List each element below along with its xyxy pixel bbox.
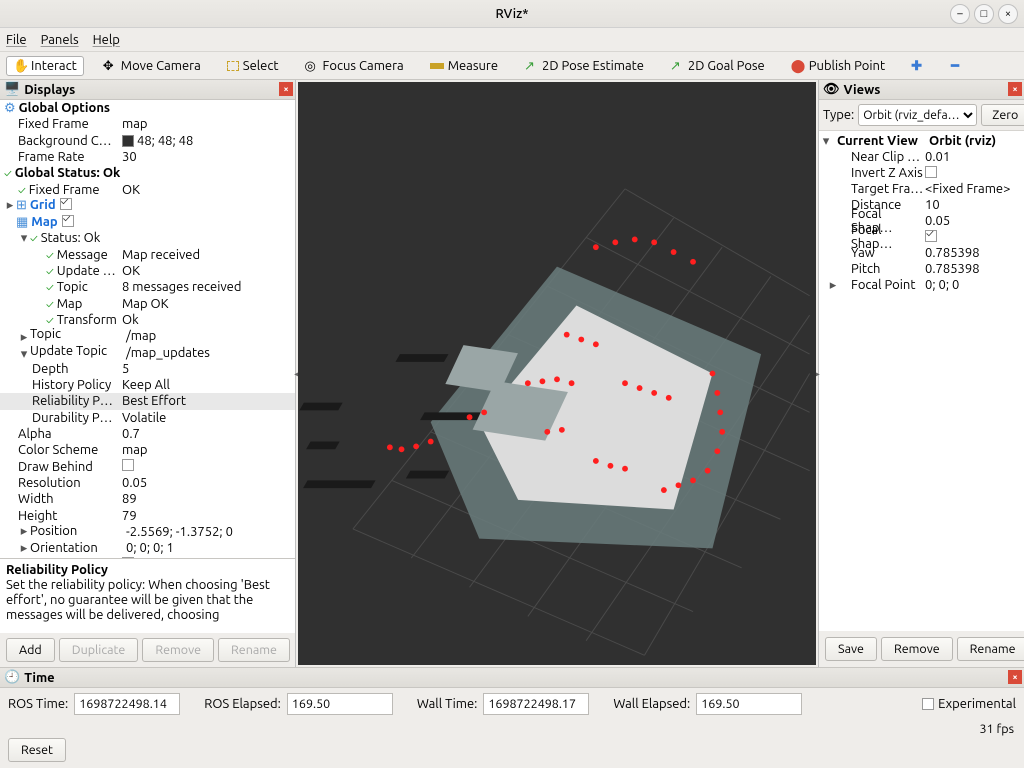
tool-2d-pose-estimate[interactable]: ↗2D Pose Estimate	[517, 56, 651, 76]
view-type-label: Type:	[823, 108, 854, 122]
views-title: Views	[844, 83, 881, 97]
time-panel: 🕘 Time × ROS Time: ROS Elapsed: Wall Tim…	[0, 667, 1024, 768]
displays-title: Displays	[24, 83, 75, 97]
measure-icon	[430, 63, 444, 69]
views-icon: 👁	[823, 82, 840, 97]
views-save-button[interactable]: Save	[825, 637, 877, 661]
window-title: RViz*	[495, 7, 528, 21]
ros-elapsed-input[interactable]	[287, 693, 393, 715]
time-title: Time	[24, 671, 54, 685]
time-icon: 🕘	[4, 670, 20, 685]
help-body: Set the reliability policy: When choosin…	[6, 578, 289, 623]
tool-measure[interactable]: Measure	[423, 56, 505, 76]
experimental-checkbox[interactable]: Experimental	[922, 697, 1016, 711]
topic-label[interactable]: Topic	[30, 327, 122, 341]
grid-checkbox[interactable]	[60, 198, 72, 210]
reset-button[interactable]: Reset	[8, 738, 66, 762]
scene-render	[298, 82, 816, 665]
ros-time-label: ROS Time:	[8, 697, 68, 711]
tool-2d-goal-pose[interactable]: ↗2D Goal Pose	[663, 56, 772, 76]
tool-interact[interactable]: ✋Interact	[6, 56, 84, 76]
help-panel: Reliability Policy Set the reliability p…	[0, 559, 295, 633]
collapse-icon[interactable]: ▾	[18, 231, 30, 246]
viewport-panel: ◀ ▶	[296, 80, 818, 667]
wall-elapsed-label: Wall Elapsed:	[613, 697, 690, 711]
add-button[interactable]: Add	[6, 638, 55, 662]
tool-add[interactable]: ✚	[904, 56, 932, 76]
wall-elapsed-input[interactable]	[696, 693, 802, 715]
views-rename-button[interactable]: Rename	[957, 637, 1024, 661]
expand-icon[interactable]: ▸	[4, 198, 16, 213]
fixed-frame-label[interactable]: Fixed Frame	[0, 117, 118, 131]
interact-icon: ✋	[13, 59, 27, 73]
time-close-icon[interactable]: ×	[1008, 670, 1022, 684]
3d-viewport[interactable]	[298, 82, 816, 665]
map-status[interactable]: Status: Ok	[41, 231, 101, 245]
publish-point-icon: ⬤	[791, 59, 805, 73]
fps-label: 31 fps	[0, 720, 1024, 738]
remove-button[interactable]: Remove	[142, 638, 214, 662]
global-options[interactable]: Global Options	[19, 101, 110, 115]
close-button[interactable]: ×	[998, 4, 1018, 24]
wall-time-label: Wall Time:	[417, 697, 478, 711]
maximize-button[interactable]: □	[974, 4, 994, 24]
update-topic-label[interactable]: Update Topic	[30, 344, 122, 358]
views-remove-button[interactable]: Remove	[881, 637, 953, 661]
displays-icon: 🖥️	[4, 82, 20, 97]
displays-tree[interactable]: ⚙ Global Options Fixed Framemap Backgrou…	[0, 100, 295, 559]
grid-display[interactable]: Grid	[30, 198, 56, 212]
map-display[interactable]: Map	[31, 215, 57, 229]
color-swatch[interactable]	[122, 135, 134, 147]
goal-pose-icon: ↗	[670, 59, 684, 73]
help-title: Reliability Policy	[6, 563, 289, 578]
frame-rate-label[interactable]: Frame Rate	[0, 150, 118, 164]
draw-behind-checkbox[interactable]	[122, 459, 134, 471]
time-header[interactable]: 🕘 Time ×	[0, 668, 1024, 688]
map-checkbox[interactable]	[62, 215, 74, 227]
tool-focus-camera[interactable]: ◎Focus Camera	[298, 56, 411, 76]
tool-remove[interactable]: ━	[944, 56, 972, 76]
wall-time-input[interactable]	[483, 693, 589, 715]
reliability-policy[interactable]: Reliability Po…	[0, 394, 118, 408]
menu-file[interactable]: File	[6, 33, 27, 47]
menu-panels[interactable]: Panels	[41, 33, 79, 47]
window-titlebar: RViz* – □ ×	[0, 0, 1024, 28]
invert-z-checkbox[interactable]	[925, 166, 937, 178]
minus-icon: ━	[951, 59, 965, 73]
ros-elapsed-label: ROS Elapsed:	[204, 697, 281, 711]
views-panel: 👁 Views × Type: Orbit (rviz_defa… Zero ▾…	[818, 80, 1024, 667]
plus-icon: ✚	[911, 59, 925, 73]
view-type-select[interactable]: Orbit (rviz_defa…	[858, 104, 977, 126]
menu-help[interactable]: Help	[93, 33, 120, 47]
views-header[interactable]: 👁 Views ×	[819, 80, 1024, 100]
views-tree[interactable]: ▾Current ViewOrbit (rviz) Near Clip …0.0…	[819, 131, 1024, 631]
global-status[interactable]: Global Status: Ok	[15, 166, 121, 180]
focus-camera-icon: ◎	[305, 59, 319, 73]
ros-time-input[interactable]	[74, 693, 180, 715]
rename-button[interactable]: Rename	[218, 638, 290, 662]
tool-move-camera[interactable]: ✥Move Camera	[96, 56, 208, 76]
displays-header[interactable]: 🖥️ Displays ×	[0, 80, 295, 100]
tool-publish-point[interactable]: ⬤Publish Point	[784, 56, 892, 76]
displays-panel: 🖥️ Displays × ⚙ Global Options Fixed Fra…	[0, 80, 296, 667]
pose-estimate-icon: ↗	[524, 59, 538, 73]
menubar: File Panels Help	[0, 28, 1024, 52]
minimize-button[interactable]: –	[950, 4, 970, 24]
zero-button[interactable]: Zero	[981, 104, 1024, 126]
views-close-icon[interactable]: ×	[1008, 82, 1022, 96]
tool-select[interactable]: Select	[220, 56, 286, 76]
select-icon	[227, 61, 239, 71]
displays-close-icon[interactable]: ×	[279, 82, 293, 96]
background-color-label[interactable]: Background Color	[0, 134, 118, 148]
move-camera-icon: ✥	[103, 59, 117, 73]
duplicate-button[interactable]: Duplicate	[59, 638, 139, 662]
focal-shape-checkbox[interactable]	[925, 230, 937, 242]
fixed-frame-status[interactable]: Fixed Frame	[29, 183, 100, 197]
toolbar: ✋Interact ✥Move Camera Select ◎Focus Cam…	[0, 52, 1024, 80]
